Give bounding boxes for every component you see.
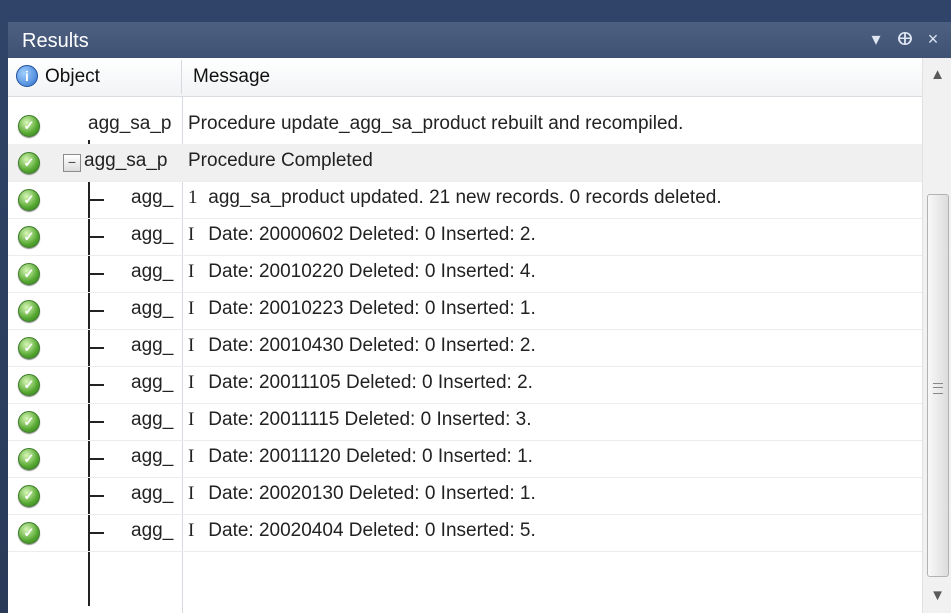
message-cell: I Date: 20000602 Deleted: 0 Inserted: 2. <box>188 224 908 246</box>
tree-branch <box>88 347 104 349</box>
object-cell: agg_ <box>131 446 174 467</box>
message-code: I <box>188 446 195 467</box>
table-row[interactable]: ✓ agg_ I Date: 20010220 Deleted: 0 Inser… <box>8 255 922 293</box>
tree-branch <box>88 421 104 423</box>
vertical-scrollbar[interactable]: ▲ ▼ <box>922 58 951 613</box>
column-header-object[interactable]: Object <box>45 66 100 88</box>
success-icon: ✓ <box>18 448 40 470</box>
success-icon: ✓ <box>18 189 40 211</box>
message-text: Date: 20020404 Deleted: 0 Inserted: 5. <box>208 520 536 541</box>
message-code: I <box>188 298 195 319</box>
object-cell: agg_ <box>131 483 174 504</box>
message-code: I <box>188 520 195 541</box>
tree-branch <box>88 495 104 497</box>
table-row[interactable]: ✓ agg_ I Date: 20020404 Deleted: 0 Inser… <box>8 514 922 552</box>
pin-icon[interactable]: ⴲ <box>893 26 917 52</box>
table-row[interactable]: ✓ agg_ I Date: 20010430 Deleted: 0 Inser… <box>8 329 922 367</box>
message-code: I <box>188 335 195 356</box>
message-text: Date: 20011105 Deleted: 0 Inserted: 2. <box>208 372 533 393</box>
message-cell: I Date: 20020404 Deleted: 0 Inserted: 5. <box>188 520 908 542</box>
table-row[interactable]: ✓ agg_ 1 agg_sa_product updated. 21 new … <box>8 181 922 219</box>
table-row[interactable]: ✓ agg_ I Date: 20011105 Deleted: 0 Inser… <box>8 366 922 404</box>
table-row[interactable]: ✓ − agg_sa_p Procedure Completed <box>8 144 922 182</box>
message-cell: Procedure update_agg_sa_product rebuilt … <box>188 113 684 134</box>
message-cell: I Date: 20011120 Deleted: 0 Inserted: 1. <box>188 446 908 468</box>
tree-branch <box>88 458 104 460</box>
tree-branch <box>88 310 104 312</box>
table-row[interactable]: ✓ agg_ I Date: 20000602 Deleted: 0 Inser… <box>8 218 922 256</box>
message-cell: I Date: 20011105 Deleted: 0 Inserted: 2. <box>188 372 908 394</box>
success-icon: ✓ <box>18 152 40 174</box>
scrollbar-thumb[interactable] <box>927 194 949 577</box>
success-icon: ✓ <box>18 411 40 433</box>
info-icon: i <box>16 65 38 87</box>
object-cell: agg_ <box>131 372 174 393</box>
message-code: I <box>188 261 195 282</box>
scroll-down-icon[interactable]: ▼ <box>923 579 951 613</box>
message-cell: I Date: 20010223 Deleted: 0 Inserted: 1. <box>188 298 908 320</box>
message-text: Date: 20010430 Deleted: 0 Inserted: 2. <box>208 335 536 356</box>
object-cell: agg_sa_p <box>84 150 168 171</box>
tree-branch <box>88 236 104 238</box>
success-icon: ✓ <box>18 522 40 544</box>
table-row[interactable]: ✓ agg_ I Date: 20011120 Deleted: 0 Inser… <box>8 440 922 478</box>
success-icon: ✓ <box>18 263 40 285</box>
results-grid: i Object Message ✓ agg_sa_p Procedure up… <box>8 58 951 613</box>
object-cell: agg_ <box>131 335 174 356</box>
object-cell: agg_ <box>131 409 174 430</box>
message-text: agg_sa_product updated. 21 new records. … <box>208 187 722 208</box>
close-icon[interactable]: × <box>921 26 945 52</box>
success-icon: ✓ <box>18 226 40 248</box>
success-icon: ✓ <box>18 485 40 507</box>
message-text: Date: 20011115 Deleted: 0 Inserted: 3. <box>208 409 532 430</box>
message-cell: I Date: 20011115 Deleted: 0 Inserted: 3. <box>188 409 908 431</box>
tree-branch <box>88 199 104 201</box>
column-header-message[interactable]: Message <box>193 66 270 88</box>
message-code: I <box>188 409 195 430</box>
message-cell: I Date: 20010220 Deleted: 0 Inserted: 4. <box>188 261 908 283</box>
success-icon: ✓ <box>18 337 40 359</box>
object-cell: agg_ <box>131 520 174 541</box>
scroll-grip-icon <box>933 383 943 394</box>
object-cell: agg_sa_p <box>88 113 172 134</box>
message-text: Date: 20010220 Deleted: 0 Inserted: 4. <box>208 261 536 282</box>
column-divider[interactable] <box>181 60 182 94</box>
message-text: Date: 20020130 Deleted: 0 Inserted: 1. <box>208 483 536 504</box>
message-cell: 1 agg_sa_product updated. 21 new records… <box>188 187 908 209</box>
success-icon: ✓ <box>18 374 40 396</box>
collapse-icon[interactable]: − <box>63 154 81 172</box>
object-cell: agg_ <box>131 224 174 245</box>
table-row[interactable]: ✓ agg_sa_p Procedure update_agg_sa_produ… <box>8 107 922 145</box>
message-cell: Procedure Completed <box>188 150 373 171</box>
scroll-up-icon[interactable]: ▲ <box>923 58 951 92</box>
message-text: Date: 20000602 Deleted: 0 Inserted: 2. <box>208 224 536 245</box>
table-row[interactable]: ✓ agg_ I Date: 20020130 Deleted: 0 Inser… <box>8 477 922 515</box>
results-titlebar: Results ▾ ⴲ × <box>8 22 951 59</box>
table-row[interactable]: ✓ agg_ I Date: 20010223 Deleted: 0 Inser… <box>8 292 922 330</box>
window-title: Results <box>22 30 89 52</box>
message-code: I <box>188 483 195 504</box>
message-text: Date: 20011120 Deleted: 0 Inserted: 1. <box>208 446 533 467</box>
table-row[interactable]: ✓ agg_ I Date: 20011115 Deleted: 0 Inser… <box>8 403 922 441</box>
tree-branch <box>88 532 104 534</box>
results-window: Results ▾ ⴲ × i Object Message ✓ agg_sa_… <box>0 0 951 613</box>
success-icon: ✓ <box>18 115 40 137</box>
message-cell: I Date: 20010430 Deleted: 0 Inserted: 2. <box>188 335 908 357</box>
tree-branch <box>88 273 104 275</box>
object-cell: agg_ <box>131 187 174 208</box>
message-code: I <box>188 224 195 245</box>
success-icon: ✓ <box>18 300 40 322</box>
message-text: Date: 20010223 Deleted: 0 Inserted: 1. <box>208 298 536 319</box>
tree-branch <box>88 384 104 386</box>
object-cell: agg_ <box>131 261 174 282</box>
message-code: 1 <box>188 187 198 208</box>
dropdown-icon[interactable]: ▾ <box>864 26 888 52</box>
object-cell: agg_ <box>131 298 174 319</box>
grid-header: i Object Message <box>8 58 922 97</box>
message-code: I <box>188 372 195 393</box>
message-cell: I Date: 20020130 Deleted: 0 Inserted: 1. <box>188 483 908 505</box>
